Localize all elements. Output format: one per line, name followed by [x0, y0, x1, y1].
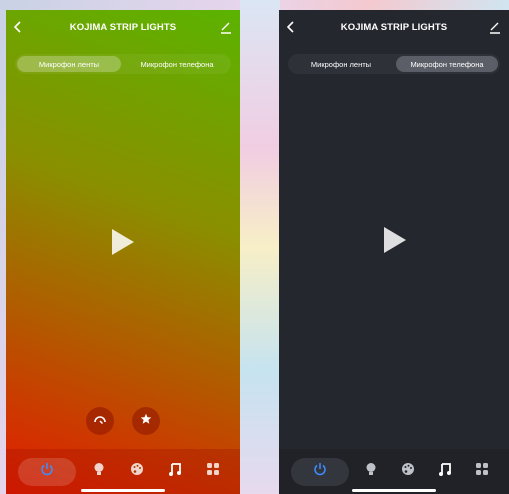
home-indicator: [352, 489, 436, 492]
edit-pencil-icon[interactable]: [489, 20, 501, 34]
tab-music[interactable]: [430, 457, 460, 487]
tab-scenes[interactable]: [393, 457, 423, 487]
tab-grid[interactable]: [198, 457, 228, 487]
segment-strip-mic[interactable]: Микрофон ленты: [290, 56, 392, 72]
background-streak: [240, 0, 280, 494]
header: KOJIMA STRIP LIGHTS: [6, 18, 240, 40]
palette-icon: [401, 462, 415, 481]
segment-strip-mic[interactable]: Микрофон ленты: [17, 56, 121, 72]
music-icon: [438, 462, 452, 481]
power-icon: [313, 462, 327, 481]
power-icon: [40, 462, 54, 481]
bulb-icon: [365, 462, 377, 481]
favorite-button[interactable]: [132, 407, 160, 435]
phone-screen-right: KOJIMA STRIP LIGHTS Микрофон ленты Микро…: [279, 10, 509, 494]
edit-pencil-icon[interactable]: [220, 20, 232, 34]
play-icon[interactable]: [384, 227, 406, 253]
microphone-segmented-control: Микрофон ленты Микрофон телефона: [288, 54, 500, 74]
play-icon[interactable]: [112, 229, 134, 255]
sensitivity-gauge-icon: [93, 412, 107, 430]
tab-power[interactable]: [290, 457, 349, 486]
header: KOJIMA STRIP LIGHTS: [279, 18, 509, 40]
music-icon: [168, 462, 182, 481]
grid-icon: [206, 462, 220, 481]
grid-icon: [475, 462, 489, 481]
tab-bar: [6, 449, 240, 494]
page-title: KOJIMA STRIP LIGHTS: [69, 22, 177, 33]
tab-power[interactable]: [18, 457, 76, 486]
palette-icon: [130, 462, 144, 481]
tab-grid[interactable]: [467, 457, 497, 487]
tab-light[interactable]: [356, 457, 386, 487]
tab-bar: [279, 449, 509, 494]
segment-phone-mic[interactable]: Микрофон телефона: [125, 56, 229, 72]
segment-phone-mic[interactable]: Микрофон телефона: [396, 56, 498, 72]
home-indicator: [81, 489, 165, 492]
page-title: KOJIMA STRIP LIGHTS: [340, 22, 448, 33]
microphone-segmented-control: Микрофон ленты Микрофон телефона: [15, 54, 231, 74]
sensitivity-button[interactable]: [86, 407, 114, 435]
star-icon: [140, 412, 152, 430]
phone-screen-left: KOJIMA STRIP LIGHTS Микрофон ленты Микро…: [6, 10, 240, 494]
tab-music[interactable]: [160, 457, 190, 487]
tab-scenes[interactable]: [122, 457, 152, 487]
bulb-icon: [93, 462, 105, 481]
tab-light[interactable]: [84, 457, 114, 487]
